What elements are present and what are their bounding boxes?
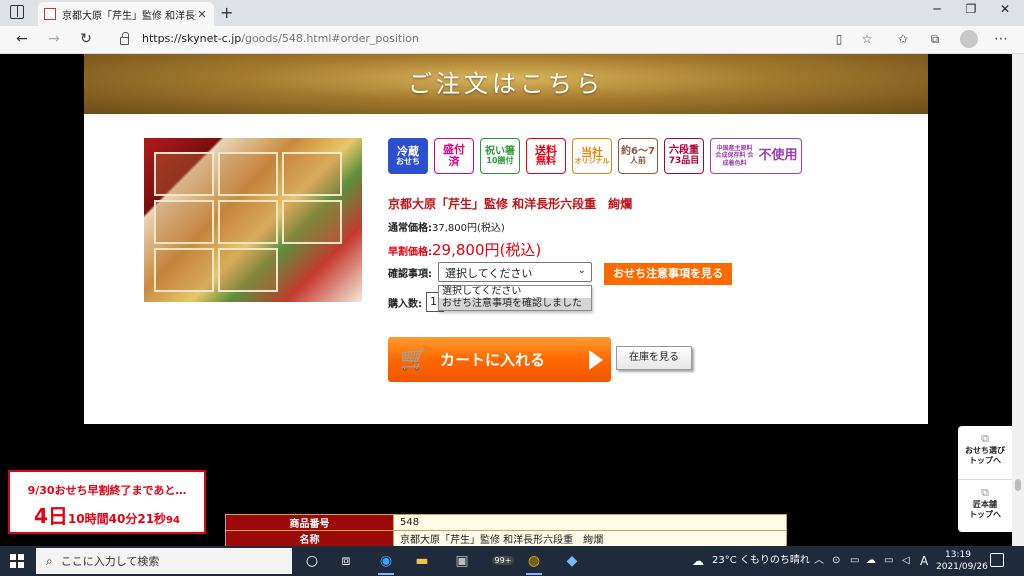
side-floating-menu: ⧉ おせち選び トップへ ⧉ 匠本舗 トップへ — [958, 426, 1012, 532]
restore-icon[interactable]: ❐ — [956, 2, 986, 16]
cloud-icon[interactable]: ☁ — [866, 546, 876, 576]
search-icon: ⌕ — [46, 553, 53, 568]
badge-arranged: 盛付済 — [434, 138, 474, 174]
store-icon[interactable]: ▣ — [450, 550, 474, 572]
table-header: 名称 — [225, 530, 394, 547]
collections-icon[interactable]: ⧉ — [926, 32, 944, 47]
favorite-star-icon[interactable]: ☆ — [858, 32, 876, 46]
table-row: 名称 京都大原「芹生」監修 和洋長形六段重 絢爛 — [225, 530, 787, 547]
countdown-heading: 9/30おせち早割終了まであと… — [27, 484, 187, 497]
table-header: 商品番号 — [225, 514, 394, 531]
close-tab-icon[interactable]: ✕ — [196, 8, 208, 21]
tray-chevron-icon[interactable]: ︿ — [814, 546, 824, 576]
table-row: 商品番号 548 — [225, 514, 787, 531]
volume-icon[interactable]: ◁ — [902, 546, 910, 576]
early-discount-countdown: 9/30おせち早割終了まであと… 4日10時間40分21秒94 — [8, 470, 206, 534]
table-cell: 548 — [393, 514, 787, 531]
windows-start-icon[interactable] — [10, 554, 24, 568]
side-link-osechi-top[interactable]: ⧉ おせち選び トップへ — [958, 426, 1012, 479]
weather-text[interactable]: 23°C くもりのち晴れ — [712, 546, 810, 576]
profile-avatar[interactable] — [960, 30, 978, 48]
badge-chopsticks: 祝い箸 10膳付 — [480, 138, 520, 174]
tray-app-icon[interactable]: ⊙ — [832, 546, 840, 576]
reload-icon[interactable]: ↻ — [76, 31, 96, 47]
confirm-select[interactable]: 選択してください ⌄ — [438, 262, 592, 282]
scrollbar-thumb[interactable] — [1015, 479, 1021, 491]
early-price: 早割価格:29,800円(税込) — [388, 241, 542, 259]
tab-title: 京都大原「芹生」監修 和洋長形六段重 — [62, 10, 196, 22]
regular-price: 通常価格:37,800円(税込) — [388, 223, 505, 234]
browser-toolbar: ← → ↻ https://skynet-c.jp/goods/548.html… — [0, 26, 1024, 54]
back-icon[interactable]: ← — [12, 31, 32, 47]
favorites-list-icon[interactable]: ✩ — [894, 32, 912, 46]
product-image — [144, 138, 362, 302]
taskbar-search-input[interactable]: ⌕ ここに入力して検索 — [36, 548, 292, 574]
more-menu-icon[interactable]: ⋯ — [994, 31, 1008, 47]
mail-icon[interactable]: 99+ — [488, 550, 518, 572]
tab-actions-icon[interactable] — [10, 5, 24, 19]
windows-taskbar: ⌕ ここに入力して検索 ○ ⧈ ◉ ▬ ▣ 99+ ◍ ◆ ☁ 23°C くもり… — [0, 546, 1024, 576]
banner-title: ご注文はこちら — [408, 70, 604, 98]
side-link-takumi-top[interactable]: ⧉ 匠本舗 トップへ — [958, 479, 1012, 532]
add-to-cart-button[interactable]: 🛒 カートに入れる — [388, 337, 611, 382]
app-icon[interactable]: ◆ — [560, 550, 584, 572]
table-cell: 京都大原「芹生」監修 和洋長形六段重 絢爛 — [393, 530, 787, 547]
file-explorer-icon[interactable]: ▬ — [410, 550, 434, 572]
cart-icon: 🛒 — [400, 347, 428, 372]
badge-servings: 約6〜7 人前 — [618, 138, 658, 174]
check-stock-button[interactable]: 在庫を見る — [616, 346, 692, 370]
chrome-icon[interactable]: ◍ — [522, 550, 546, 575]
tab-bar: 京都大原「芹生」監修 和洋長形六段重 ✕ + ─ ❐ ✕ — [0, 0, 1024, 26]
product-name: 京都大原「芹生」監修 和洋長形六段重 絢爛 — [388, 197, 633, 211]
network-icon[interactable]: ▭ — [884, 546, 893, 576]
view-notes-button[interactable]: おせち注意事項を見る — [604, 263, 732, 285]
add-to-cart-label: カートに入れる — [440, 351, 546, 369]
forward-icon[interactable]: → — [44, 31, 64, 47]
quantity-label: 購入数: — [388, 299, 422, 310]
dropdown-option[interactable]: 選択してください — [439, 286, 591, 298]
arrow-right-icon — [589, 349, 603, 370]
reader-view-icon[interactable]: ▯ — [830, 32, 848, 46]
badge-no-additives: 中国産主原料 合成保存料 合成着色料 不使用 — [710, 138, 802, 174]
tray-app-icon[interactable]: ▭ — [850, 546, 859, 576]
external-link-icon: ⧉ — [981, 432, 989, 445]
order-banner: ご注文はこちら — [84, 54, 928, 114]
chevron-down-icon: ⌄ — [577, 265, 586, 276]
badge-refrigerated: 冷蔵 おせち — [388, 138, 428, 174]
product-info-table: 商品番号 548 名称 京都大原「芹生」監修 和洋長形六段重 絢爛 — [225, 514, 787, 547]
task-view-icon[interactable]: ⧈ — [334, 550, 358, 572]
confirm-dropdown-list: 選択してください おせち注意事項を確認しました — [438, 285, 592, 311]
browser-tab[interactable]: 京都大原「芹生」監修 和洋長形六段重 ✕ — [38, 2, 214, 26]
dropdown-option[interactable]: おせち注意事項を確認しました — [439, 298, 591, 310]
minimize-icon[interactable]: ─ — [922, 2, 952, 16]
countdown-timer: 4日10時間40分21秒94 — [34, 504, 180, 528]
taskbar-clock[interactable]: 13:19 2021/09/26 — [936, 549, 988, 573]
notification-icon[interactable] — [990, 553, 1004, 567]
site-favicon-icon — [44, 8, 56, 20]
page-scrollbar[interactable] — [1012, 54, 1024, 546]
edge-icon[interactable]: ◉ — [374, 550, 398, 575]
lock-icon[interactable] — [120, 32, 129, 45]
confirm-label: 確認事項: — [388, 269, 432, 280]
weather-icon[interactable]: ☁ — [692, 546, 706, 576]
badge-original: 当社 オリジナル — [572, 138, 612, 174]
order-section: ご注文はこちら 冷蔵 おせち 盛付済 祝い箸 10膳付 送料 無料 当社 オリジナル 約… — [84, 54, 928, 424]
window-close-icon[interactable]: ✕ — [990, 2, 1020, 16]
badge-six-tiers: 六段重 73品目 — [664, 138, 704, 174]
external-link-icon: ⧉ — [981, 486, 989, 499]
url-text[interactable]: https://skynet-c.jp/goods/548.html#order… — [142, 32, 419, 45]
cortana-icon[interactable]: ○ — [300, 550, 324, 572]
ime-indicator[interactable]: A — [920, 546, 928, 576]
badge-free-shipping: 送料 無料 — [526, 138, 566, 174]
new-tab-icon[interactable]: + — [220, 3, 233, 22]
